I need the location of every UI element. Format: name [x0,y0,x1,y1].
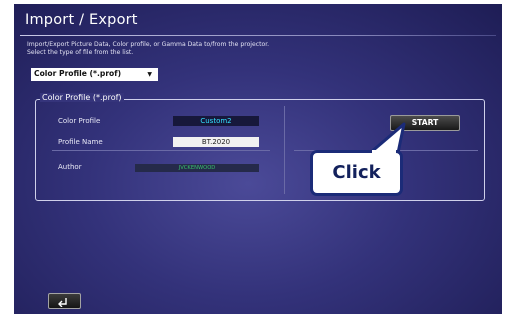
color-profile-label: Color Profile [58,117,101,125]
start-button[interactable]: START [390,115,460,131]
author-value: JVCKENWOOD [135,164,259,172]
column-divider [284,106,285,194]
row-divider [52,150,270,151]
page-title: Import / Export [25,12,138,28]
file-type-dropdown[interactable]: Color Profile (*.prof) ▼ [31,68,158,81]
back-button[interactable] [48,293,81,309]
author-label: Author [58,163,82,171]
panel-legend: Color Profile (*.prof) [40,93,124,102]
title-divider [20,35,496,36]
profile-name-value: BT.2020 [173,137,259,147]
profile-name-label: Profile Name [58,138,103,146]
file-type-selected-value: Color Profile (*.prof) [34,69,122,78]
color-profile-value: Custom2 [173,116,259,126]
page-description: Import/Export Picture Data, Color profil… [27,41,270,56]
click-callout: Click [310,150,403,196]
return-arrow-icon [58,298,67,307]
chevron-down-icon: ▼ [147,71,152,78]
import-export-screen: Import / Export Import/Export Picture Da… [14,4,502,314]
